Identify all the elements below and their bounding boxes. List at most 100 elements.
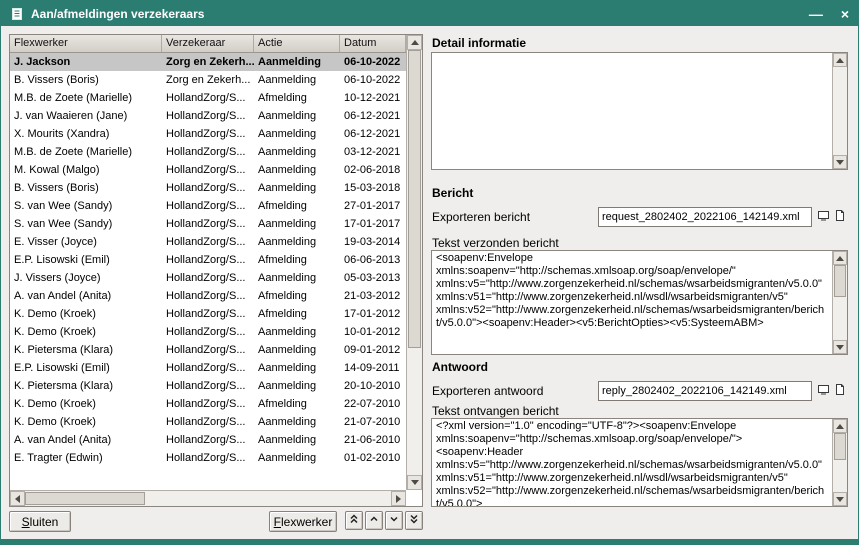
scroll-track[interactable]	[25, 491, 391, 506]
table-row[interactable]: K. Demo (Kroek)HollandZorg/S...Afmelding…	[10, 305, 406, 323]
table-cell: 21-07-2010	[340, 413, 406, 431]
table-cell: HollandZorg/S...	[162, 161, 254, 179]
table-vertical-scrollbar[interactable]	[406, 35, 422, 490]
next-record-button[interactable]	[385, 511, 403, 530]
table-row[interactable]: M.B. de Zoete (Marielle)HollandZorg/S...…	[10, 89, 406, 107]
scroll-track[interactable]	[833, 433, 847, 492]
scroll-track[interactable]	[833, 265, 847, 340]
scroll-right-button[interactable]	[391, 491, 406, 506]
table-row[interactable]: X. Mourits (Xandra)HollandZorg/S...Aanme…	[10, 125, 406, 143]
table-row[interactable]: M. Kowal (Malgo)HollandZorg/S...Aanmeldi…	[10, 161, 406, 179]
table-cell: 06-10-2022	[340, 71, 406, 89]
scroll-thumb[interactable]	[408, 50, 421, 348]
table-row[interactable]: E. Tragter (Edwin)HollandZorg/S...Aanmel…	[10, 449, 406, 467]
detail-informatie-box[interactable]	[431, 52, 848, 170]
column-header-datum[interactable]: Datum	[340, 35, 406, 52]
table-row[interactable]: E.P. Lisowski (Emil)HollandZorg/S...Afme…	[10, 251, 406, 269]
table-cell: K. Demo (Kroek)	[10, 395, 162, 413]
table-cell: Afmelding	[254, 395, 340, 413]
table-horizontal-scrollbar[interactable]	[10, 490, 406, 506]
scroll-thumb[interactable]	[25, 492, 145, 505]
table-cell: 19-03-2014	[340, 233, 406, 251]
bericht-section-label: Bericht	[432, 186, 473, 200]
table-cell: 06-10-2022	[340, 53, 406, 71]
sluiten-button[interactable]: Sluiten	[9, 511, 71, 532]
scroll-up-button[interactable]	[833, 251, 847, 265]
table-row[interactable]: S. van Wee (Sandy)HollandZorg/S...Afmeld…	[10, 197, 406, 215]
table-row[interactable]: E. Visser (Joyce)HollandZorg/S...Aanmeld…	[10, 233, 406, 251]
table-row[interactable]: E.P. Lisowski (Emil)HollandZorg/S...Aanm…	[10, 359, 406, 377]
ontvangen-scrollbar[interactable]	[832, 419, 847, 506]
view-bericht-button[interactable]	[816, 208, 831, 226]
table-cell: 20-10-2010	[340, 377, 406, 395]
column-header-verzekeraar[interactable]: Verzekeraar	[162, 35, 254, 52]
table-row[interactable]: A. van Andel (Anita)HollandZorg/S...Aanm…	[10, 431, 406, 449]
table-row[interactable]: B. Vissers (Boris)HollandZorg/S...Aanmel…	[10, 179, 406, 197]
scroll-down-button[interactable]	[833, 340, 847, 354]
minimize-button[interactable]: —	[809, 6, 823, 22]
flexwerker-button-label: Flexwerker	[274, 515, 333, 529]
table-row[interactable]: A. van Andel (Anita)HollandZorg/S...Afme…	[10, 287, 406, 305]
scroll-thumb[interactable]	[834, 265, 846, 297]
scroll-left-button[interactable]	[10, 491, 25, 506]
table-cell: B. Vissers (Boris)	[10, 179, 162, 197]
scroll-down-button[interactable]	[833, 155, 847, 169]
table-cell: HollandZorg/S...	[162, 233, 254, 251]
open-bericht-file-button[interactable]	[832, 208, 847, 226]
table-cell: 15-03-2018	[340, 179, 406, 197]
table-cell: B. Vissers (Boris)	[10, 71, 162, 89]
table-row[interactable]: K. Demo (Kroek)HollandZorg/S...Aanmeldin…	[10, 413, 406, 431]
table-cell: 14-09-2011	[340, 359, 406, 377]
table-cell: HollandZorg/S...	[162, 359, 254, 377]
flexwerker-button[interactable]: Flexwerker	[269, 511, 337, 532]
scroll-track[interactable]	[833, 67, 847, 155]
table-cell: HollandZorg/S...	[162, 269, 254, 287]
close-button[interactable]: ×	[841, 6, 849, 22]
table-cell: Aanmelding	[254, 215, 340, 233]
table-row[interactable]: K. Pietersma (Klara)HollandZorg/S...Aanm…	[10, 341, 406, 359]
table-cell: Aanmelding	[254, 53, 340, 71]
column-header-actie[interactable]: Actie	[254, 35, 340, 52]
scroll-track[interactable]	[407, 50, 422, 475]
detail-panel: Detail informatie Bericht Exporteren ber…	[431, 34, 849, 507]
scroll-down-button[interactable]	[407, 475, 422, 490]
verzonden-bericht-box[interactable]: <soapenv:Envelope xmlns:soapenv="http://…	[431, 250, 848, 355]
exporteren-antwoord-input[interactable]	[598, 381, 812, 401]
table-row[interactable]: K. Demo (Kroek)HollandZorg/S...Aanmeldin…	[10, 323, 406, 341]
scroll-up-button[interactable]	[833, 419, 847, 433]
window-title: Aan/afmeldingen verzekeraars	[31, 7, 204, 21]
open-antwoord-file-button[interactable]	[832, 382, 847, 400]
ontvangen-bericht-box[interactable]: <?xml version="1.0" encoding="UTF-8"?><s…	[431, 418, 848, 507]
previous-record-button[interactable]	[365, 511, 383, 530]
last-record-button[interactable]	[405, 511, 423, 530]
table-cell: Aanmelding	[254, 269, 340, 287]
table-cell: M. Kowal (Malgo)	[10, 161, 162, 179]
table-cell: HollandZorg/S...	[162, 305, 254, 323]
scroll-up-button[interactable]	[833, 53, 847, 67]
table-cell: Aanmelding	[254, 359, 340, 377]
triangle-up-icon	[836, 424, 844, 429]
table-cell: M.B. de Zoete (Marielle)	[10, 143, 162, 161]
table-row[interactable]: J. Vissers (Joyce)HollandZorg/S...Aanmel…	[10, 269, 406, 287]
table-cell: Afmelding	[254, 197, 340, 215]
view-antwoord-button[interactable]	[816, 382, 831, 400]
table-cell: HollandZorg/S...	[162, 287, 254, 305]
double-chevron-up-icon	[348, 513, 360, 528]
detail-scrollbar[interactable]	[832, 53, 847, 169]
table-row[interactable]: S. van Wee (Sandy)HollandZorg/S...Aanmel…	[10, 215, 406, 233]
first-record-button[interactable]	[345, 511, 363, 530]
table-row[interactable]: J. van Waaieren (Jane)HollandZorg/S...Aa…	[10, 107, 406, 125]
table-row[interactable]: K. Pietersma (Klara)HollandZorg/S...Aanm…	[10, 377, 406, 395]
scroll-up-button[interactable]	[407, 35, 422, 50]
exporteren-bericht-input[interactable]	[598, 207, 812, 227]
table-row[interactable]: M.B. de Zoete (Marielle)HollandZorg/S...…	[10, 143, 406, 161]
table-row[interactable]: K. Demo (Kroek)HollandZorg/S...Afmelding…	[10, 395, 406, 413]
verzonden-scrollbar[interactable]	[832, 251, 847, 354]
scroll-thumb[interactable]	[834, 433, 846, 460]
window-icon	[10, 7, 24, 21]
column-header-flexwerker[interactable]: Flexwerker	[10, 35, 162, 52]
table-row[interactable]: J. JacksonZorg en Zekerh...Aanmelding06-…	[10, 53, 406, 71]
scroll-down-button[interactable]	[833, 492, 847, 506]
table-row[interactable]: B. Vissers (Boris)Zorg en Zekerh...Aanme…	[10, 71, 406, 89]
triangle-up-icon	[411, 40, 419, 45]
